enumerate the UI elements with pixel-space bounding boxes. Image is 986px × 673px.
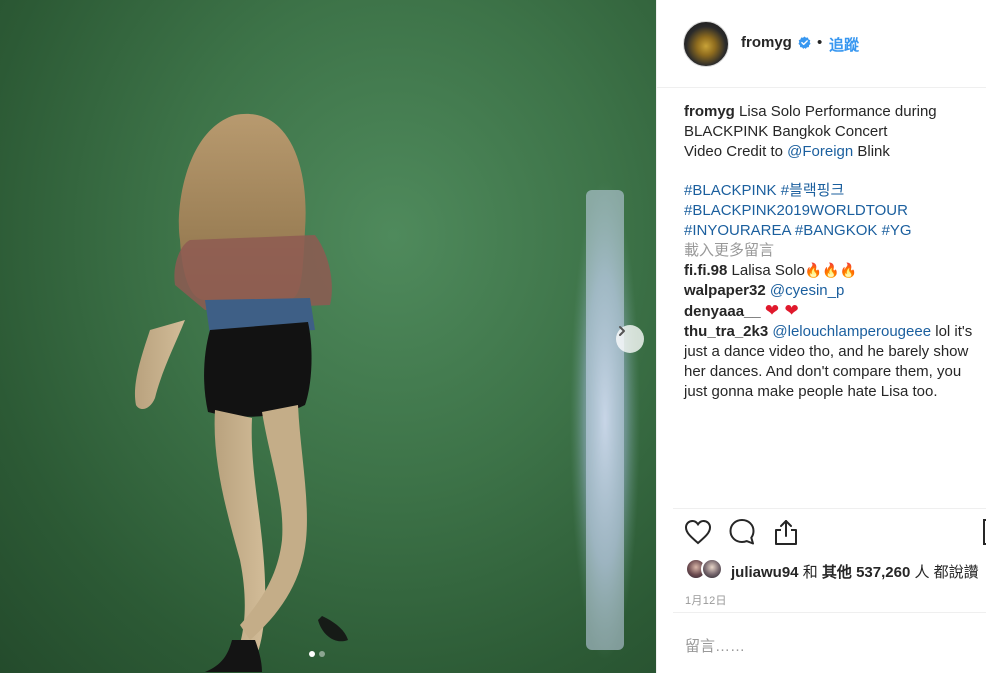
heart-emoji: ❤ ❤ [764,301,799,321]
hashtag-link[interactable]: #BLACKPINK2019WORLDTOUR [684,202,908,219]
comment-username[interactable]: walpaper32 [684,282,766,299]
carousel-indicator [309,651,325,657]
carousel-dot-active [309,651,315,657]
comment-item: fi.fi.98 Lalisa Solo🔥🔥🔥 [684,261,979,281]
comment-item: denyaaa__ ❤ ❤ [684,301,979,322]
comment-username[interactable]: thu_tra_2k3 [684,323,768,340]
likes-suffix: 人 都說讚 [914,564,979,581]
verified-badge-icon [798,36,811,49]
follow-button[interactable]: 追蹤 [829,34,859,55]
comment-mention[interactable]: @cyesin_p [770,282,844,299]
divider [673,508,986,509]
fire-emoji: 🔥🔥🔥 [804,263,858,279]
header-separator: • [817,34,823,51]
chevron-right-icon [619,326,625,336]
hashtags: #BLACKPINK #블랙핑크 #BLACKPINK2019WORLDTOUR… [684,181,979,241]
post-header: fromyg • 追蹤 [657,0,986,88]
hashtag-link[interactable]: #블랙핑크 [781,182,845,199]
liker-username[interactable]: juliawu94 [731,564,799,581]
comments-section: fromyg Lisa Solo Performance during BLAC… [684,102,979,402]
share-upload-icon[interactable] [771,517,801,547]
hashtag-link[interactable]: #BANGKOK [795,222,878,239]
performer-figure [134,113,348,672]
post-media[interactable] [0,0,656,673]
hashtag-link[interactable]: #INYOURAREA [684,222,791,239]
likes-count: 537,260 [856,564,911,581]
divider [673,612,986,613]
comment-text: Lalisa Solo [731,262,805,279]
caption-line-3-prefix: Video Credit to [684,143,783,160]
load-more-comments-button[interactable]: 載入更多留言 [684,241,979,261]
video-frame [134,113,640,672]
comment-username[interactable]: fi.fi.98 [684,262,727,279]
comment-bubble-icon[interactable] [727,517,757,547]
caption-line-2: BLACKPINK Bangkok Concert [684,123,888,140]
likes-others-link[interactable]: 其他 537,260 [822,564,910,581]
comment-item: walpaper32 @cyesin_p [684,281,979,301]
caption-username[interactable]: fromyg [684,103,735,120]
comment-input[interactable] [685,634,955,658]
header-username[interactable]: fromyg [741,34,792,51]
likes-others-label: 其他 [821,564,852,581]
comment-mention[interactable]: @lelouchlamperougeee [772,323,931,340]
hashtag-link[interactable]: #YG [882,222,912,239]
next-slide-button[interactable] [616,325,644,353]
comment-username[interactable]: denyaaa__ [684,303,761,320]
likes-summary: juliawu94 和 其他 537,260 人 都說讚 [685,556,986,582]
liker-avatar[interactable] [701,558,723,580]
carousel-dot [319,651,325,657]
likes-text: juliawu94 和 其他 537,260 人 都說讚 [731,561,979,582]
post-date[interactable]: 1月12日 [685,592,727,608]
avatar[interactable] [683,21,729,67]
comment-item: thu_tra_2k3 @lelouchlamperougeee lol it'… [684,322,979,402]
hashtag-link[interactable]: #BLACKPINK [684,182,777,199]
caption-line-1: Lisa Solo Performance during [739,103,937,120]
caption-line-3-suffix: Blink [857,143,890,160]
heart-outline-icon[interactable] [683,517,713,547]
caption-mention[interactable]: @Foreign [787,143,853,160]
likes-connector: 和 [802,564,818,581]
post-details-panel: fromyg • 追蹤 fromyg Lisa Solo Performance… [656,0,986,673]
caption: fromyg Lisa Solo Performance during BLAC… [684,102,979,162]
